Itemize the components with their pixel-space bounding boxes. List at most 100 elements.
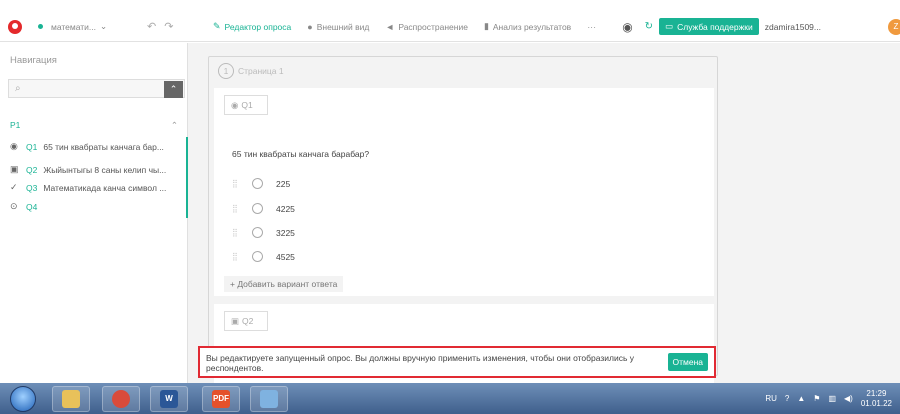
network-icon[interactable]: ▥ [828,394,836,403]
navigation-sidebar: Навигация ⌕ ⌃ P1 ⌃ ◉ Q1 65 тин квабраты … [0,43,188,383]
drag-handle-icon[interactable]: ⣿ [232,204,252,213]
cancel-button[interactable]: Отмена [667,353,708,371]
support-label: Служба поддержки [677,21,753,32]
tab-label: Редактор опроса [224,21,292,32]
system-tray: RU ? ▲ ⚑ ▥ ◀) 21:29 01.01.22 [765,383,892,414]
image-choice-icon: ▣ [231,315,240,326]
word-icon[interactable]: W [150,386,188,412]
editor-canvas: 1 Страница 1 ◉ Q1 65 тин квабраты канчаг… [188,43,900,384]
answer-option[interactable]: ⣿ 4525 [232,251,295,262]
question-text: Математикада канча символ ... [43,182,167,193]
question-tag[interactable]: ◉ Q1 [224,95,268,115]
page-title[interactable]: Страница 1 [238,66,284,76]
sidebar-page-p1[interactable]: P1 ⌃ [10,120,182,130]
radio-button[interactable] [252,203,263,214]
clock[interactable]: 21:29 01.01.22 [861,389,892,409]
page-label: P1 [10,120,21,130]
drag-handle-icon[interactable]: ⣿ [232,252,252,261]
radio-icon: ◉ [231,99,239,110]
question-title[interactable]: 65 тин квабраты канчага барабар? [232,149,369,159]
sidebar-item-q4[interactable]: ⊙ Q4 [10,201,186,212]
tab-label: Анализ результатов [492,21,572,32]
sidebar-item-q2[interactable]: ▣ Q2 Жыйынтыгы 8 саны келип чы... [10,164,186,175]
bar-chart-icon: ▮ [483,21,489,31]
preview-eye-icon[interactable]: ◉ [622,20,632,34]
search-icon: ⌕ [15,83,21,94]
sidebar-item-q1[interactable]: ◉ Q1 65 тин квабраты канчага бар... [10,141,186,152]
image-choice-icon: ▣ [10,164,19,174]
warning-message: Вы редактируете запущенный опрос. Вы дол… [206,353,635,373]
send-icon: ◄ [385,21,395,32]
question-text: Жыйынтыгы 8 саны келип чы... [43,164,167,175]
more-menu-button[interactable]: ··· [587,22,596,32]
language-indicator[interactable]: RU [765,394,777,403]
question-number: Q2 [26,164,38,175]
survey-status-icon [38,24,43,29]
pdf-icon[interactable]: PDF [202,386,240,412]
edit-icon: ✎ [213,21,221,31]
answer-text[interactable]: 3225 [276,228,295,238]
question-number: Q1 [26,141,38,152]
chat-icon: ▭ [665,21,674,31]
question-number: Q4 [26,201,38,212]
search-input[interactable]: ⌕ [8,79,185,98]
top-toolbar: математи... ⌄ ↶ ↷ ✎ Редактор опроса ● Вн… [0,12,900,42]
radio-icon: ⊙ [10,201,18,211]
answer-text[interactable]: 4525 [276,252,295,262]
page-number-badge: 1 [218,63,234,79]
clock-date: 01.01.22 [860,398,892,408]
question-number: Q3 [26,182,38,193]
volume-icon[interactable]: ◀) [844,394,853,403]
clock-time: 21:29 [866,388,887,398]
undo-redo-group: ↶ ↷ [147,20,197,33]
windows-taskbar: W PDF RU ? ▲ ⚑ ▥ ◀) 21:29 01.01.22 [0,383,900,414]
question-tag-label: Q2 [242,316,254,326]
collapse-all-button[interactable]: ⌃ [164,81,183,98]
answer-text[interactable]: 4225 [276,204,295,214]
palette-icon: ● [307,21,313,32]
drag-handle-icon[interactable]: ⣿ [232,179,252,188]
question-tag-label: Q1 [241,100,253,110]
add-answer-button[interactable]: + Добавить вариант ответа [224,276,344,292]
radio-button[interactable] [252,178,263,189]
tab-survey-editor[interactable]: ✎ Редактор опроса [213,21,291,32]
tab-distribution[interactable]: ◄ Распространение [385,22,468,32]
radio-button[interactable] [252,251,263,262]
flag-icon[interactable]: ⚑ [813,394,820,403]
answer-option[interactable]: ⣿ 4225 [232,203,295,214]
question-card-q1[interactable]: ◉ Q1 65 тин квабраты канчага барабар? ⣿ … [214,88,714,296]
survey-selector[interactable]: математи... ⌄ [51,21,129,32]
survey-name: математи... [51,21,97,32]
answer-option[interactable]: ⣿ 225 [232,178,290,189]
redo-icon[interactable]: ↷ [164,20,173,33]
undo-icon[interactable]: ↶ [147,20,156,33]
question-tag[interactable]: ▣ Q2 [224,311,268,331]
radio-icon: ◉ [10,141,18,151]
sidebar-title: Навигация [10,55,57,66]
radio-button[interactable] [252,227,263,238]
show-hidden-icon[interactable]: ▲ [797,394,805,403]
start-button[interactable] [10,386,36,412]
paint-icon[interactable] [250,386,288,412]
answer-text[interactable]: 225 [276,179,290,189]
avatar[interactable]: Z [888,19,900,35]
app-logo-icon[interactable] [8,19,22,34]
survey-page: 1 Страница 1 ◉ Q1 65 тин квабраты канчаг… [208,56,718,384]
chrome-icon[interactable] [102,386,140,412]
chevron-up-icon[interactable]: ⌃ [171,120,178,131]
tab-appearance[interactable]: ● Внешний вид [307,22,369,32]
question-text: 65 тин квабраты канчага бар... [43,141,164,152]
refresh-icon[interactable]: ↻ [645,21,653,32]
answer-option[interactable]: ⣿ 3225 [232,227,295,238]
support-button[interactable]: ▭ Служба поддержки [659,18,759,35]
tab-results[interactable]: ▮ Анализ результатов [484,21,571,32]
username[interactable]: zdamira1509... [765,22,821,32]
page-header: 1 Страница 1 [218,63,284,79]
sidebar-item-q3[interactable]: ✓ Q3 Математикада канча символ ... [10,182,186,193]
explorer-icon[interactable] [52,386,90,412]
chevron-down-icon: ⌄ [100,21,108,31]
help-icon[interactable]: ? [785,394,789,403]
tab-label: Внешний вид [316,21,370,32]
edit-warning-banner: Вы редактируете запущенный опрос. Вы дол… [198,346,716,378]
drag-handle-icon[interactable]: ⣿ [232,228,252,237]
